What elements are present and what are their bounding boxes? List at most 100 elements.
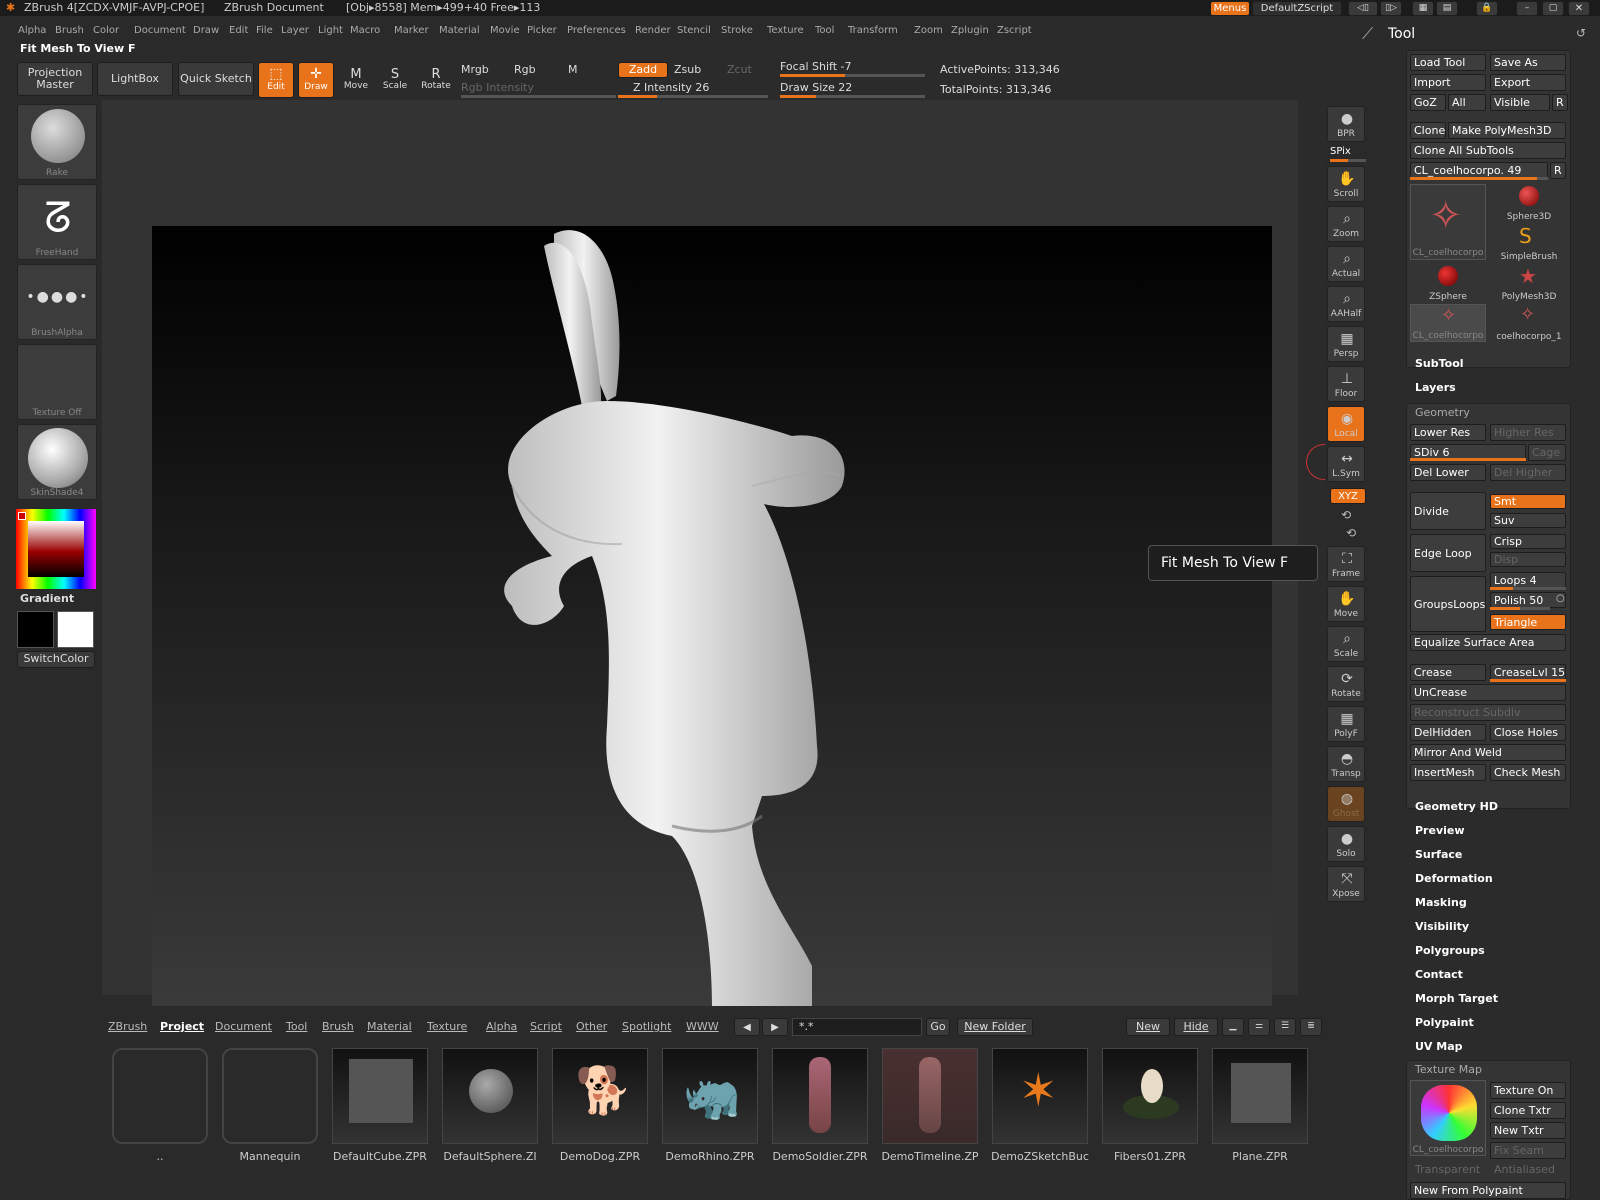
z-intensity-track[interactable] [618,95,768,98]
menu-light[interactable]: Light [318,25,343,36]
goz-all-button[interactable]: All [1448,94,1486,111]
subtool-section[interactable]: SubTool [1415,357,1464,370]
deformation-section[interactable]: Deformation [1415,872,1493,885]
menu-stencil[interactable]: Stencil [677,25,711,36]
edit-button[interactable]: ⬚ Edit [258,62,294,98]
menu-preferences[interactable]: Preferences [567,25,626,36]
check-mesh-button[interactable]: Check Mesh [1490,764,1566,781]
tool-thumb-cl-coelhocorpo[interactable]: ✧ CL_coelhocorpo [1410,304,1486,342]
file-filter-input[interactable]: *.* [792,1018,922,1036]
switchcolor-button[interactable]: SwitchColor [17,651,95,668]
triangle-toggle[interactable]: Triangle [1490,614,1566,630]
crisp-toggle[interactable]: Crisp [1490,534,1566,549]
tab-www[interactable]: WWW [686,1020,719,1033]
import-button[interactable]: Import [1410,74,1486,91]
menu-render[interactable]: Render [635,25,671,36]
cage-button[interactable]: Cage [1528,444,1566,461]
uncrease-button[interactable]: UnCrease [1410,684,1566,701]
mrgb-toggle[interactable]: Mrgb [461,63,489,76]
view-4-row-icon[interactable]: ≣ [1300,1018,1322,1036]
polyf-button[interactable]: ▦ PolyF [1327,706,1365,742]
delhidden-button[interactable]: DelHidden [1410,724,1486,741]
scale-button[interactable]: S Scale [377,62,413,98]
tab-material[interactable]: Material [367,1020,412,1033]
crease-button[interactable]: Crease [1410,664,1486,681]
tab-alpha[interactable]: Alpha [486,1020,517,1033]
preview-section[interactable]: Preview [1415,824,1465,837]
visible-button[interactable]: Visible [1490,94,1550,111]
focal-shift-track[interactable] [780,74,925,77]
rotate-button[interactable]: R Rotate [418,62,454,98]
menu-document[interactable]: Document [134,25,186,36]
morph-target-section[interactable]: Morph Target [1415,992,1498,1005]
zsub-toggle[interactable]: Zsub [674,63,701,76]
polygroups-section[interactable]: Polygroups [1415,944,1485,957]
next-arrow-icon[interactable]: ▶ [762,1018,788,1036]
draw-size-track[interactable] [780,95,925,98]
file-thumb-demodog[interactable]: 🐕 [552,1048,648,1144]
del-lower-button[interactable]: Del Lower [1410,464,1486,481]
goz-r-button[interactable]: R [1552,94,1568,111]
menus-button[interactable]: Menus [1210,1,1250,16]
texture-map-section[interactable]: Texture Map [1415,1063,1482,1076]
smt-toggle[interactable]: Smt [1490,494,1566,509]
go-button[interactable]: Go [926,1018,950,1036]
antialiased-toggle[interactable]: Antialiased [1494,1163,1555,1176]
persp-button[interactable]: ▦ Persp [1327,326,1365,362]
new-txtr-button[interactable]: New Txtr [1490,1122,1566,1139]
del-higher-button[interactable]: Del Higher [1490,464,1566,481]
divide-button[interactable]: Divide [1410,492,1486,530]
xyz-toggle[interactable]: XYZ [1330,488,1366,504]
menu-color[interactable]: Color [93,25,119,36]
insertmesh-button[interactable]: InsertMesh [1410,764,1486,781]
gradient-label[interactable]: Gradient [20,592,74,605]
loops-slider[interactable]: Loops 4 [1490,572,1566,588]
spix-slider[interactable]: SPix [1330,146,1351,157]
tab-script[interactable]: Script [530,1020,562,1033]
menu-zoom[interactable]: Zoom [914,25,943,36]
file-thumb-defaultcube[interactable] [332,1048,428,1144]
menu-zplugin[interactable]: Zplugin [951,25,989,36]
rgb-intensity-track[interactable] [461,95,616,98]
color-picker[interactable] [16,509,96,589]
stroke-thumb-freehand[interactable]: ᘔ FreeHand [17,184,97,260]
rgb-toggle[interactable]: Rgb [514,63,536,76]
close-icon[interactable]: ✕ [1568,1,1590,16]
suv-toggle[interactable]: Suv [1490,513,1566,528]
layout-right-icon[interactable]: ▯▷ [1380,1,1402,16]
mirror-and-weld-button[interactable]: Mirror And Weld [1410,744,1566,761]
visibility-section[interactable]: Visibility [1415,920,1469,933]
tool-thumb-coelhocorpo-1[interactable]: ✧ coelhocorpo_1 [1490,304,1568,342]
zoom-button[interactable]: ⌕ Zoom [1327,206,1365,242]
zadd-toggle[interactable]: Zadd [618,62,668,78]
higher-res-button[interactable]: Higher Res [1490,424,1566,441]
menu-macro[interactable]: Macro [350,25,380,36]
material-thumb-skinshade[interactable]: SkinShade4 [17,424,97,500]
menu-layer[interactable]: Layer [281,25,309,36]
rotate-y-icon[interactable]: ⟲ [1341,508,1351,522]
lightbox-button[interactable]: LightBox [97,62,173,96]
goz-button[interactable]: GoZ [1410,94,1446,111]
menu-edit[interactable]: Edit [229,25,248,36]
save-as-button[interactable]: Save As [1490,54,1566,71]
lsym-button[interactable]: ↔ L.Sym [1327,446,1365,482]
rotate-z-icon[interactable]: ⟲ [1346,526,1356,540]
menu-movie[interactable]: Movie [490,25,520,36]
texture-map-thumb[interactable]: CL_coelhocorpo [1410,1080,1486,1156]
load-tool-button[interactable]: Load Tool [1410,54,1486,71]
tool-thumb-simplebrush[interactable]: S SimpleBrush [1490,224,1568,262]
view-3-row-icon[interactable]: ☰ [1274,1018,1296,1036]
layout-store-icon[interactable]: ▤ [1436,1,1458,16]
color-picker-square[interactable] [28,521,84,577]
edge-loop-button[interactable]: Edge Loop [1410,534,1486,572]
tab-project[interactable]: Project [160,1020,204,1033]
layers-section[interactable]: Layers [1415,381,1456,394]
sdiv-track[interactable] [1410,458,1526,461]
layout-menu-icon[interactable]: ▦ [1412,1,1434,16]
surface-section[interactable]: Surface [1415,848,1462,861]
view-1-row-icon[interactable]: ▁ [1222,1018,1244,1036]
canvas[interactable] [152,226,1272,1006]
secondary-color-swatch[interactable] [17,611,54,648]
scroll-button[interactable]: ✋ Scroll [1327,166,1365,202]
new-from-polypaint-button[interactable]: New From Polypaint [1410,1182,1566,1199]
